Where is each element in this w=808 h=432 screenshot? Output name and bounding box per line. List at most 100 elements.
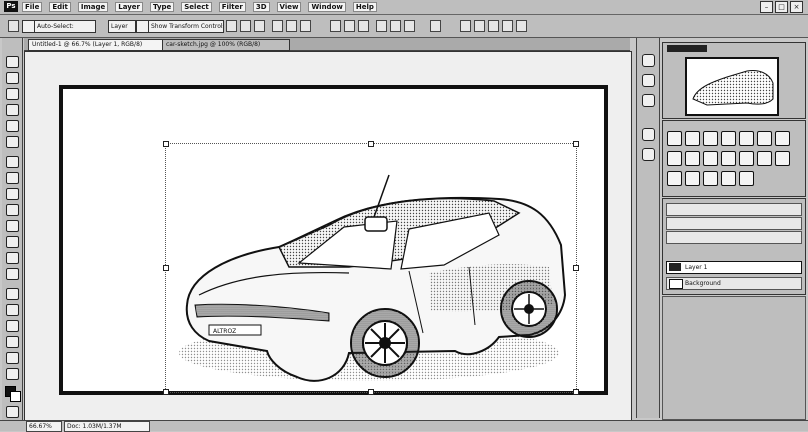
adjustment-color-balance-icon[interactable] — [775, 131, 790, 146]
path-select-icon[interactable] — [6, 320, 19, 332]
align-top-icon[interactable] — [226, 20, 237, 32]
canvas-area[interactable]: ALTROZ — [24, 51, 632, 421]
3d-pan-icon[interactable] — [488, 20, 499, 32]
adjustment-photo-filter-icon[interactable] — [685, 151, 700, 166]
healing-icon[interactable] — [6, 156, 19, 168]
menu-help[interactable]: Help — [352, 2, 377, 12]
properties-icon[interactable] — [642, 94, 655, 107]
adjustment-gradient-map-icon[interactable] — [667, 171, 682, 186]
brush-icon[interactable] — [6, 172, 19, 184]
close-button[interactable]: × — [790, 1, 803, 13]
pen-icon[interactable] — [6, 288, 19, 300]
eyedropper-icon[interactable] — [6, 136, 19, 148]
menu-3d[interactable]: 3D — [252, 2, 270, 12]
transform-handle-bottom-left[interactable] — [163, 389, 169, 395]
adjustment-curves-icon[interactable] — [703, 131, 718, 146]
quick-select-icon[interactable] — [6, 104, 19, 116]
type-icon[interactable] — [6, 304, 19, 316]
paragraph-icon[interactable] — [642, 128, 655, 141]
layers-filter-bar[interactable] — [666, 203, 802, 216]
adjustment-bw-icon[interactable] — [667, 151, 682, 166]
adjustment-desaturate-icon[interactable] — [739, 171, 754, 186]
zoom-level[interactable]: 66.67% — [26, 421, 62, 432]
auto-align-icon[interactable] — [430, 20, 441, 32]
crop-icon[interactable] — [6, 120, 19, 132]
3d-rotate-icon[interactable] — [460, 20, 471, 32]
menu-view[interactable]: View — [276, 2, 302, 12]
distribute-vcenter-icon[interactable] — [344, 20, 355, 32]
3d-slide-icon[interactable] — [502, 20, 513, 32]
navigator-thumbnail[interactable] — [685, 57, 779, 116]
lock-options-bar[interactable] — [666, 231, 802, 244]
adjustment-threshold-icon[interactable] — [775, 151, 790, 166]
adjustment-lookup-icon[interactable] — [721, 151, 736, 166]
shape-icon[interactable] — [6, 336, 19, 348]
adjustment-selective-color-icon[interactable] — [685, 171, 700, 186]
history-brush-icon[interactable] — [6, 204, 19, 216]
lasso-icon[interactable] — [6, 88, 19, 100]
transform-handle-top-right[interactable] — [573, 141, 579, 147]
adjustment-exposure-icon[interactable] — [721, 131, 736, 146]
gradient-icon[interactable] — [6, 236, 19, 248]
3d-roll-icon[interactable] — [474, 20, 485, 32]
align-left-icon[interactable] — [272, 20, 283, 32]
move-tool-icon[interactable] — [8, 20, 19, 32]
adjustment-shadows-icon[interactable] — [703, 171, 718, 186]
tab-car-sketch[interactable]: car-sketch.jpg @ 100% (RGB/8) — [162, 39, 290, 51]
distribute-top-icon[interactable] — [330, 20, 341, 32]
distribute-right-icon[interactable] — [404, 20, 415, 32]
maximize-button[interactable]: □ — [775, 1, 788, 13]
adjustment-brightness-icon[interactable] — [667, 131, 682, 146]
transform-handle-top-left[interactable] — [163, 141, 169, 147]
adjustment-levels-icon[interactable] — [685, 131, 700, 146]
blend-mode-dropdown[interactable] — [666, 217, 802, 230]
hand-icon[interactable] — [6, 352, 19, 364]
menu-filter[interactable]: Filter — [218, 2, 246, 12]
menu-layer[interactable]: Layer — [115, 2, 143, 12]
transform-handle-bottom[interactable] — [368, 389, 374, 395]
quick-mask-icon[interactable] — [6, 406, 19, 418]
tab-untitled-1[interactable]: Untitled-1 @ 66.7% (Layer 1, RGB/8) — [28, 39, 164, 51]
transform-handle-right[interactable] — [573, 265, 579, 271]
distribute-bottom-icon[interactable] — [358, 20, 369, 32]
layer-row-background[interactable]: Background — [666, 277, 802, 290]
menu-window[interactable]: Window — [308, 2, 346, 12]
menu-file[interactable]: File — [22, 2, 43, 12]
adjustment-vibrance-icon[interactable] — [739, 131, 754, 146]
menu-select[interactable]: Select — [181, 2, 212, 12]
layer-row-layer-1[interactable]: Layer 1 — [666, 261, 802, 274]
blur-icon[interactable] — [6, 252, 19, 264]
actions-icon[interactable] — [642, 74, 655, 87]
distribute-hcenter-icon[interactable] — [390, 20, 401, 32]
transform-handle-top[interactable] — [368, 141, 374, 147]
document-size: Doc: 1.03M/1.37M — [64, 421, 150, 432]
transform-handle-bottom-right[interactable] — [573, 389, 579, 395]
zoom-icon[interactable] — [6, 368, 19, 380]
align-bottom-icon[interactable] — [254, 20, 265, 32]
dodge-icon[interactable] — [6, 268, 19, 280]
menu-image[interactable]: Image — [77, 2, 109, 12]
distribute-left-icon[interactable] — [376, 20, 387, 32]
adjustment-hdr-icon[interactable] — [721, 171, 736, 186]
menu-edit[interactable]: Edit — [49, 2, 71, 12]
eraser-icon[interactable] — [6, 220, 19, 232]
artboard[interactable]: ALTROZ — [59, 85, 608, 395]
menu-type[interactable]: Type — [150, 2, 175, 12]
align-right-icon[interactable] — [300, 20, 311, 32]
history-icon[interactable] — [642, 54, 655, 67]
auto-select-dropdown[interactable]: Layer — [108, 20, 136, 33]
marquee-icon[interactable] — [6, 72, 19, 84]
align-hcenter-icon[interactable] — [286, 20, 297, 32]
move-icon[interactable] — [6, 56, 19, 68]
adjustment-invert-icon[interactable] — [739, 151, 754, 166]
navigator-panel — [662, 42, 806, 119]
clone-stamp-icon[interactable] — [6, 188, 19, 200]
align-vcenter-icon[interactable] — [240, 20, 251, 32]
background-color-swatch[interactable] — [10, 391, 21, 402]
adjustment-posterize-icon[interactable] — [757, 151, 772, 166]
adjustment-hue-icon[interactable] — [757, 131, 772, 146]
minimize-button[interactable]: – — [760, 1, 773, 13]
3d-scale-icon[interactable] — [516, 20, 527, 32]
character-icon[interactable] — [642, 148, 655, 161]
adjustment-channel-mixer-icon[interactable] — [703, 151, 718, 166]
